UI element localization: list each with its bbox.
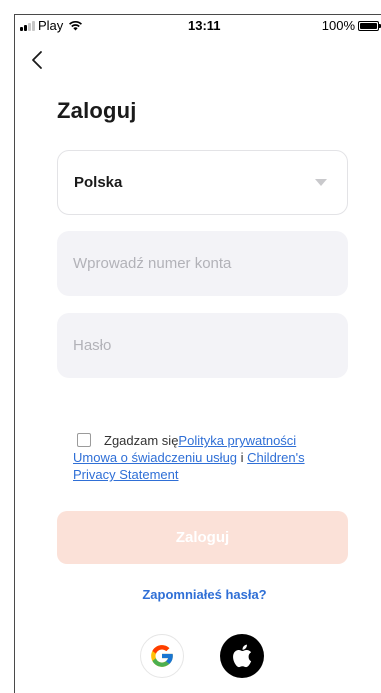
apple-login-button[interactable] — [220, 634, 264, 678]
forgot-password-container: Zapomniałeś hasła? — [0, 587, 381, 602]
account-number-input[interactable] — [57, 231, 348, 296]
agreement-text: Zgadzam sięPolityka prywatności Umowa o … — [73, 432, 341, 483]
password-input[interactable] — [57, 313, 348, 378]
status-left: Play — [20, 18, 83, 33]
wifi-icon — [69, 20, 83, 31]
status-time: 13:11 — [188, 18, 221, 33]
cellular-signal-icon — [20, 20, 35, 31]
battery-icon — [358, 20, 381, 31]
country-selected-value: Polska — [74, 174, 123, 191]
carrier-name: Play — [38, 18, 64, 33]
google-icon — [151, 645, 173, 667]
back-button[interactable] — [28, 48, 48, 72]
agreement-conjunction: i — [240, 450, 244, 465]
triangle-down-icon — [315, 179, 327, 186]
page-title: Zaloguj — [57, 98, 137, 123]
status-right: 100% — [321, 18, 381, 33]
password-field-container — [57, 313, 348, 378]
login-button[interactable]: Zaloguj — [57, 511, 348, 564]
battery-percent: 100% — [321, 18, 355, 33]
google-login-button[interactable] — [140, 634, 184, 678]
terms-of-service-link[interactable]: Umowa o świadczeniu usług — [73, 450, 237, 465]
apple-icon — [233, 644, 252, 668]
chevron-left-icon — [32, 51, 42, 69]
status-bar: Play 13:11 100% — [20, 18, 381, 36]
account-field-container — [57, 231, 348, 296]
country-select[interactable]: Polska — [57, 150, 348, 215]
privacy-policy-link[interactable]: Polityka prywatności — [178, 433, 296, 448]
agreement-checkbox[interactable] — [77, 433, 91, 447]
forgot-password-link[interactable]: Zapomniałeś hasła? — [142, 587, 266, 602]
agreement-prefix: Zgadzam się — [104, 433, 179, 448]
